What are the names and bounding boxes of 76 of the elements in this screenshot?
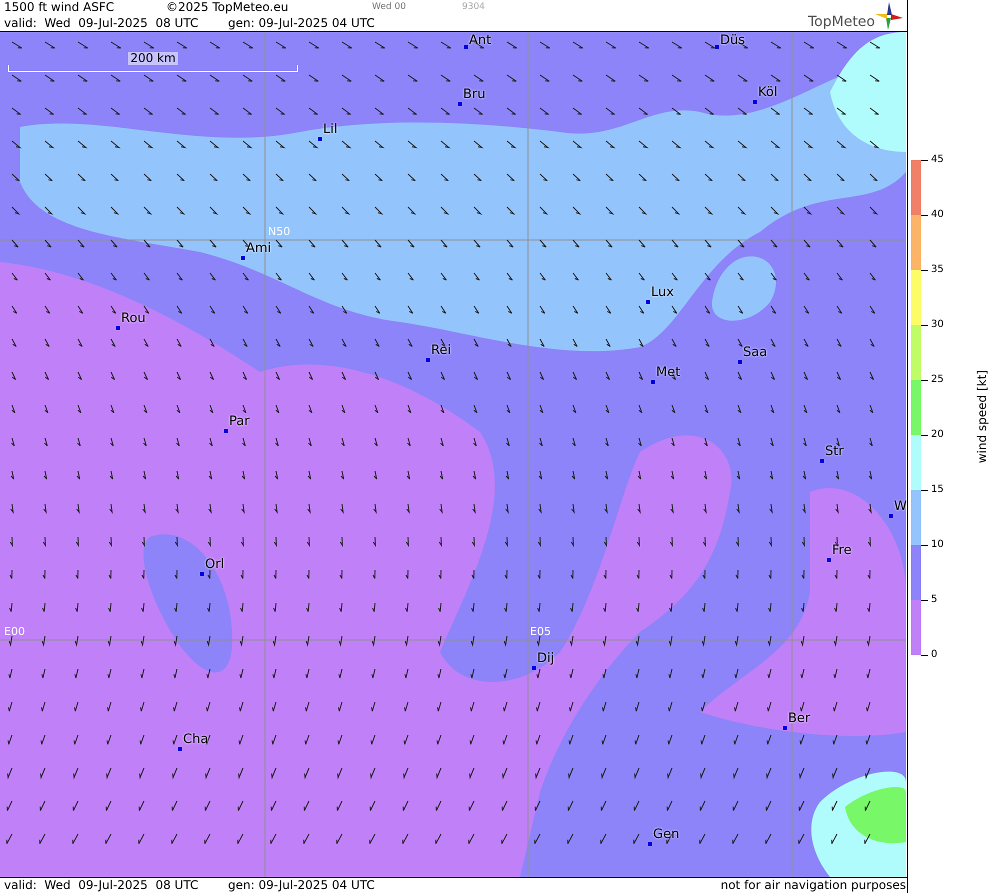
city-marker-icon bbox=[241, 256, 245, 260]
city-label: Lil bbox=[323, 122, 338, 137]
city-marker-icon bbox=[178, 747, 182, 751]
city-marker-icon bbox=[116, 326, 120, 330]
tick-label: 20 bbox=[931, 429, 944, 441]
city-marker-icon bbox=[426, 358, 430, 362]
tick-mark bbox=[921, 160, 928, 161]
city-marker-icon bbox=[224, 429, 228, 433]
tick-label: 15 bbox=[931, 484, 944, 496]
city-marker-icon bbox=[889, 514, 893, 518]
generated-time: gen: 09-Jul-2025 04 UTC bbox=[228, 16, 375, 31]
city-label: Gen bbox=[653, 827, 680, 842]
city-marker-icon bbox=[464, 45, 468, 49]
tick-label: 25 bbox=[931, 374, 944, 386]
tick-label: 0 bbox=[931, 649, 938, 661]
city-label: Dij bbox=[537, 651, 554, 666]
legend-title: wind speed [kt] bbox=[975, 370, 989, 464]
city-label: W bbox=[894, 499, 907, 514]
tick-mark bbox=[921, 655, 928, 656]
city-marker-icon bbox=[715, 45, 719, 49]
city-label: Saa bbox=[743, 345, 768, 360]
city-label: Str bbox=[825, 444, 844, 459]
city-label: Cha bbox=[183, 732, 208, 747]
city-label: Par bbox=[229, 414, 250, 429]
city-label: Orl bbox=[205, 557, 224, 572]
valid-time: valid: Wed 09-Jul-2025 08 UTC bbox=[4, 878, 198, 893]
copyright-text: ©2025 TopMeteo.eu bbox=[166, 0, 288, 15]
scale-label: 200 km bbox=[128, 52, 178, 65]
tick-label: 5 bbox=[931, 594, 938, 606]
city-marker-icon bbox=[318, 137, 322, 141]
city-label: Rei bbox=[431, 343, 452, 358]
tick-mark bbox=[921, 380, 928, 381]
city-marker-icon bbox=[651, 380, 655, 384]
tick-mark bbox=[921, 325, 928, 326]
city-marker-icon bbox=[753, 100, 757, 104]
tick-label: 30 bbox=[931, 319, 944, 331]
city-label: Met bbox=[656, 365, 680, 380]
city-label: Lux bbox=[651, 285, 674, 300]
tick-mark bbox=[921, 215, 928, 216]
run-label: Wed 00 bbox=[372, 1, 406, 14]
city-label: Rou bbox=[121, 311, 146, 326]
city-marker-icon bbox=[648, 842, 652, 846]
city-marker-icon bbox=[458, 102, 462, 106]
tick-label: 45 bbox=[931, 154, 944, 166]
city-marker-icon bbox=[827, 558, 831, 562]
city-label: Ant bbox=[469, 33, 492, 48]
grid-label: E05 bbox=[530, 626, 551, 638]
tick-mark bbox=[921, 435, 928, 436]
city-marker-icon bbox=[646, 300, 650, 304]
city-marker-icon bbox=[783, 726, 787, 730]
city-label: Ami bbox=[246, 241, 272, 256]
grid-label: E00 bbox=[4, 626, 25, 638]
city-label: Bru bbox=[463, 87, 486, 102]
city-label: Düs bbox=[720, 33, 746, 48]
chart-title: 1500 ft wind ASFC bbox=[4, 0, 114, 15]
tick-label: 35 bbox=[931, 264, 944, 276]
city-marker-icon bbox=[820, 459, 824, 463]
city-marker-icon bbox=[532, 666, 536, 670]
city-label: Ber bbox=[788, 711, 810, 726]
tick-label: 40 bbox=[931, 209, 944, 221]
city-label: Köl bbox=[758, 85, 778, 100]
tick-label: 10 bbox=[931, 539, 944, 551]
valid-time: valid: Wed 09-Jul-2025 08 UTC bbox=[4, 16, 198, 31]
city-label: Fre bbox=[832, 543, 852, 558]
city-marker-icon bbox=[738, 360, 742, 364]
grid-label: N50 bbox=[268, 226, 290, 238]
compass-star-icon bbox=[875, 2, 903, 30]
code-label: 9304 bbox=[462, 1, 485, 14]
tick-mark bbox=[921, 600, 928, 601]
tick-mark bbox=[921, 490, 928, 491]
tick-mark bbox=[921, 270, 928, 271]
disclaimer-text: not for air navigation purposes bbox=[720, 878, 906, 893]
logo-text: TopMeteo bbox=[808, 14, 875, 30]
city-marker-icon bbox=[200, 572, 204, 576]
tick-mark bbox=[921, 545, 928, 546]
generated-time: gen: 09-Jul-2025 04 UTC bbox=[228, 878, 375, 893]
